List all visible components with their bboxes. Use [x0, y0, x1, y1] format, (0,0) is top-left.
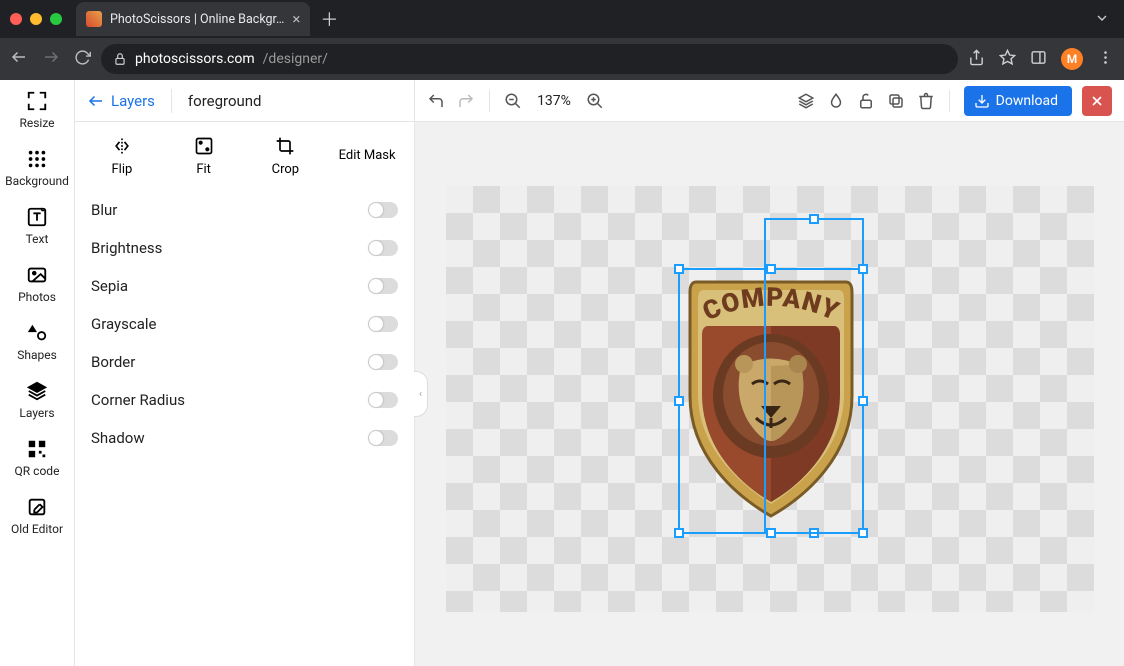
- side-panel: Layers foreground Flip Fit Crop Edit Mas…: [75, 80, 415, 666]
- prop-border: Border: [91, 343, 398, 381]
- rail-resize[interactable]: Resize: [19, 90, 54, 130]
- close-tab-icon[interactable]: ×: [292, 10, 300, 28]
- toggle-corner-radius[interactable]: [368, 392, 398, 408]
- selection-handle[interactable]: [674, 264, 684, 274]
- maximize-window-button[interactable]: [50, 13, 62, 25]
- url-domain: photoscissors.com: [135, 51, 255, 67]
- zoom-value[interactable]: 137%: [534, 93, 574, 109]
- selection-handle[interactable]: [858, 396, 868, 406]
- selection-handle[interactable]: [809, 528, 819, 538]
- selection-handle[interactable]: [766, 264, 776, 274]
- tool-fit[interactable]: Fit: [169, 136, 239, 177]
- rail-shapes[interactable]: Shapes: [17, 322, 57, 362]
- minimize-window-button[interactable]: [30, 13, 42, 25]
- prop-corner-radius: Corner Radius: [91, 381, 398, 419]
- breadcrumb: foreground: [188, 92, 262, 110]
- kebab-menu-icon[interactable]: [1097, 49, 1114, 70]
- tool-crop[interactable]: Crop: [250, 136, 320, 177]
- undo-button[interactable]: [427, 92, 445, 110]
- canvas-viewport[interactable]: ‹ COMPANY: [415, 122, 1124, 666]
- toggle-sepia[interactable]: [368, 278, 398, 294]
- foreground-layer-image[interactable]: COMPANY: [686, 276, 856, 520]
- delete-icon[interactable]: [917, 92, 935, 110]
- canvas-toolbar: 137% Download: [415, 80, 1124, 122]
- toggle-brightness[interactable]: [368, 240, 398, 256]
- favicon-icon: [86, 11, 102, 27]
- download-button[interactable]: Download: [964, 86, 1072, 116]
- panel-header: Layers foreground: [75, 80, 414, 122]
- panel-icon[interactable]: [1030, 49, 1047, 70]
- duplicate-icon[interactable]: [887, 92, 905, 110]
- panel-collapse-handle[interactable]: ‹: [414, 371, 428, 417]
- rail-qrcode[interactable]: QR code: [15, 438, 60, 478]
- new-tab-button[interactable]: ＋: [320, 6, 338, 32]
- share-icon[interactable]: [968, 49, 985, 70]
- rail-text[interactable]: Text: [26, 206, 49, 246]
- prop-brightness: Brightness: [91, 229, 398, 267]
- redo-button[interactable]: [457, 92, 475, 110]
- selection-handle[interactable]: [858, 528, 868, 538]
- property-list: Blur Brightness Sepia Grayscale Border C…: [75, 187, 414, 461]
- layer-tools: Flip Fit Crop Edit Mask: [75, 122, 414, 187]
- bookmark-icon[interactable]: [999, 49, 1016, 70]
- address-bar: photoscissors.com/designer/ M: [0, 38, 1124, 80]
- forward-button: [42, 48, 60, 70]
- arrow-left-icon: [87, 92, 105, 110]
- window-controls: [10, 13, 62, 25]
- tabs-menu-icon[interactable]: [1094, 10, 1110, 30]
- canvas-document[interactable]: COMPANY: [446, 186, 1094, 612]
- toggle-shadow[interactable]: [368, 430, 398, 446]
- lock-icon: [113, 52, 127, 66]
- drop-icon[interactable]: [827, 92, 845, 110]
- profile-avatar[interactable]: M: [1061, 48, 1083, 70]
- selection-handle[interactable]: [766, 528, 776, 538]
- prop-blur: Blur: [91, 191, 398, 229]
- divider: [171, 89, 172, 113]
- back-to-layers-link[interactable]: Layers: [87, 92, 155, 110]
- browser-tab[interactable]: PhotoScissors | Online Backgr… ×: [76, 2, 310, 36]
- rail-old-editor[interactable]: Old Editor: [11, 496, 63, 536]
- selection-handle[interactable]: [809, 214, 819, 224]
- tool-flip[interactable]: Flip: [87, 136, 157, 177]
- browser-chrome: PhotoScissors | Online Backgr… × ＋ photo…: [0, 0, 1124, 80]
- tool-edit-mask[interactable]: Edit Mask: [332, 136, 402, 177]
- reload-button[interactable]: [74, 49, 91, 70]
- url-path: /designer/: [263, 51, 328, 67]
- browser-actions: M: [968, 48, 1114, 70]
- zoom-in-button[interactable]: [586, 92, 604, 110]
- toggle-blur[interactable]: [368, 202, 398, 218]
- tab-bar: PhotoScissors | Online Backgr… × ＋: [0, 0, 1124, 38]
- prop-sepia: Sepia: [91, 267, 398, 305]
- rail-background[interactable]: Background: [5, 148, 69, 188]
- close-icon: [1089, 93, 1105, 109]
- toggle-grayscale[interactable]: [368, 316, 398, 332]
- selection-handle[interactable]: [674, 528, 684, 538]
- unlock-icon[interactable]: [857, 92, 875, 110]
- close-editor-button[interactable]: [1082, 86, 1112, 116]
- prop-shadow: Shadow: [91, 419, 398, 457]
- zoom-out-button[interactable]: [504, 92, 522, 110]
- layers-icon[interactable]: [797, 92, 815, 110]
- prop-grayscale: Grayscale: [91, 305, 398, 343]
- left-rail: Resize Background Text Photos Shapes Lay…: [0, 80, 75, 666]
- rail-layers[interactable]: Layers: [19, 380, 54, 420]
- nav-buttons: [10, 48, 91, 70]
- toggle-border[interactable]: [368, 354, 398, 370]
- canvas-area: 137% Download ‹: [415, 80, 1124, 666]
- tab-title: PhotoScissors | Online Backgr…: [110, 12, 284, 27]
- download-icon: [974, 93, 990, 109]
- app: Resize Background Text Photos Shapes Lay…: [0, 80, 1124, 666]
- back-button[interactable]: [10, 48, 28, 70]
- close-window-button[interactable]: [10, 13, 22, 25]
- selection-handle[interactable]: [674, 396, 684, 406]
- selection-handle[interactable]: [858, 264, 868, 274]
- url-field[interactable]: photoscissors.com/designer/: [101, 44, 958, 74]
- rail-photos[interactable]: Photos: [18, 264, 56, 304]
